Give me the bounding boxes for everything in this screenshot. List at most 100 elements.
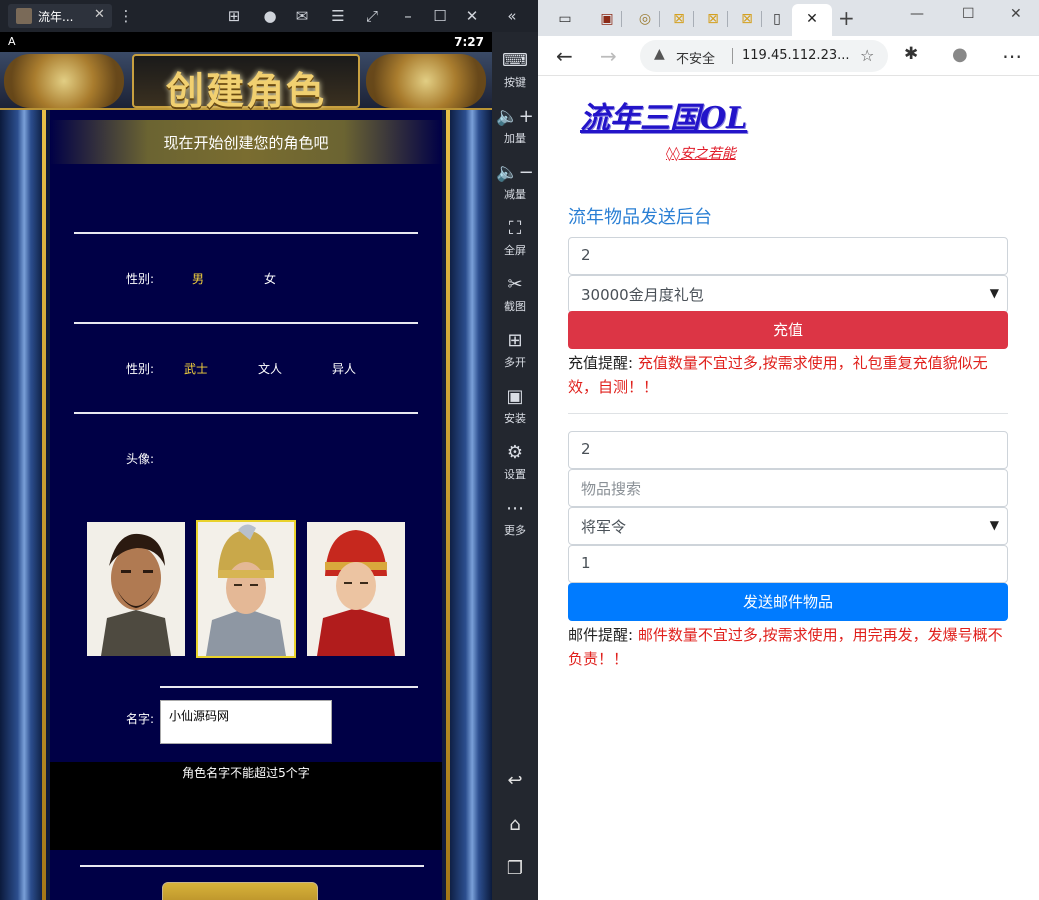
more-tool[interactable]: ⋯ 更多 xyxy=(492,498,538,538)
security-label[interactable]: 不安全 xyxy=(676,48,715,67)
package-select[interactable]: 30000金月度礼包 ▼ xyxy=(568,275,1008,313)
multi-open-tool[interactable]: ⊞ 多开 xyxy=(492,330,538,370)
tab-6[interactable]: ▯ xyxy=(762,6,792,32)
screenshot-tool[interactable]: ✂ 截图 xyxy=(492,274,538,314)
name-input[interactable]: 小仙源码网 xyxy=(160,700,332,744)
status-time: 7:27 xyxy=(454,35,484,49)
fullscreen-tool[interactable]: ⛶ 全屏 xyxy=(492,218,538,258)
mail-account-input[interactable]: 2 xyxy=(568,431,1008,469)
emulator-titlebar: 流年... ✕ ⋮ ⊞ ● ✉ ☰ ⤢ – ☐ ✕ « xyxy=(0,0,538,32)
left-pillar xyxy=(0,110,44,900)
volume-down-icon: 🔈− xyxy=(496,162,534,183)
tab-3[interactable]: ⊠ xyxy=(664,6,694,32)
tab-5[interactable]: ⊠ xyxy=(732,6,762,32)
url-text[interactable]: 119.45.112.23... xyxy=(742,48,850,63)
recharge-button[interactable]: 充值 xyxy=(568,311,1008,349)
send-mail-button[interactable]: 发送邮件物品 xyxy=(568,583,1008,621)
minimize-icon[interactable]: — xyxy=(910,6,924,22)
install-apk-tool[interactable]: ▣ 安装 xyxy=(492,386,538,426)
tool-label: 设置 xyxy=(504,468,526,481)
close-tab-icon[interactable]: ✕ xyxy=(94,7,105,22)
divider xyxy=(74,232,418,234)
new-tab-icon[interactable]: + xyxy=(838,6,855,30)
admin-page: 流年三国OL ◊◊安之若能 流年物品发送后台 2 30000金月度礼包 ▼ 充值… xyxy=(538,77,1039,900)
android-recents-icon[interactable]: ❐ xyxy=(492,858,538,879)
close-window-icon[interactable]: ✕ xyxy=(1010,6,1022,22)
tool-label: 减量 xyxy=(504,188,526,201)
avatar-option-2[interactable] xyxy=(196,520,296,658)
gender-label: 性别: xyxy=(126,272,155,286)
create-role-panel: 现在开始创建您的角色吧 性别: 男 女 性别: 武士 文人 异人 头像: 名字:… xyxy=(50,110,442,900)
emulator-tab[interactable]: 流年... ✕ xyxy=(8,4,112,28)
name-hint-box: 角色名字不能超过5个字 xyxy=(50,762,442,850)
mail-icon[interactable]: ✉ xyxy=(292,6,312,26)
emulator-window: 流年... ✕ ⋮ ⊞ ● ✉ ☰ ⤢ – ☐ ✕ « A 7:27 创建角色 xyxy=(0,0,538,900)
item-select-value: 将军令 xyxy=(581,518,627,536)
android-back-icon[interactable]: ↩ xyxy=(492,770,538,791)
gamepad-icon[interactable]: ⊞ xyxy=(224,6,244,26)
warning-icon[interactable]: ▲ xyxy=(654,46,665,62)
quantity-input[interactable]: 1 xyxy=(568,545,1008,583)
back-icon[interactable]: ← xyxy=(556,44,573,68)
tab-actions-icon[interactable]: ▭ xyxy=(550,6,580,32)
avatar-label: 头像: xyxy=(126,452,155,466)
apk-icon: ▣ xyxy=(506,386,524,407)
account-icon[interactable]: ● xyxy=(260,6,280,26)
restore-icon[interactable]: ⤢ xyxy=(362,6,382,26)
profile-icon[interactable]: ● xyxy=(952,44,968,65)
volume-up-tool[interactable]: 🔈+ 加量 xyxy=(492,106,538,146)
settings-tool[interactable]: ⚙ 设置 xyxy=(492,442,538,482)
android-home-icon[interactable]: ⌂ xyxy=(492,814,538,835)
class-option-scholar[interactable]: 文人 xyxy=(258,360,282,377)
kebab-menu-icon[interactable]: ⋮ xyxy=(116,6,136,26)
menu-icon[interactable]: ☰ xyxy=(328,6,348,26)
subtitle-bar: 现在开始创建您的角色吧 xyxy=(50,120,442,164)
left-ornament xyxy=(4,54,124,108)
emulator-toolbar: ⌨ 按键 🔈+ 加量 🔈− 减量 ⛶ 全屏 ✂ 截图 ⊞ 多开 ▣ 安装 ⚙ 设… xyxy=(492,32,538,900)
status-indicator: A xyxy=(8,35,16,48)
close-tab-icon[interactable]: ✕ xyxy=(806,11,818,27)
address-bar[interactable]: ▲ 不安全 119.45.112.23... ☆ xyxy=(640,40,888,72)
banner-title-box: 创建角色 xyxy=(132,54,360,113)
maximize-icon[interactable]: ☐ xyxy=(962,6,975,22)
volume-down-tool[interactable]: 🔈− 减量 xyxy=(492,162,538,202)
tab-1[interactable]: ▣ xyxy=(592,6,622,32)
class-label: 性别: xyxy=(126,362,155,376)
class-option-warrior[interactable]: 武士 xyxy=(184,360,208,377)
item-search-input[interactable]: 物品搜索 xyxy=(568,469,1008,507)
package-select-value: 30000金月度礼包 xyxy=(581,286,704,304)
minimize-icon[interactable]: – xyxy=(398,6,418,26)
name-hint: 角色名字不能超过5个字 xyxy=(182,766,310,780)
gear-icon: ⚙ xyxy=(506,442,524,463)
settings-menu-icon[interactable]: ⋯ xyxy=(1002,44,1022,68)
forward-icon[interactable]: → xyxy=(600,44,617,68)
item-select[interactable]: 将军令 ▼ xyxy=(568,507,1008,545)
tool-label: 截图 xyxy=(504,300,526,313)
recharge-account-input[interactable]: 2 xyxy=(568,237,1008,275)
avatar-option-1[interactable] xyxy=(87,522,185,656)
favorite-icon[interactable]: ☆ xyxy=(860,46,874,65)
close-icon[interactable]: ✕ xyxy=(462,6,482,26)
tab-active[interactable]: ✕ xyxy=(792,4,832,36)
tool-label: 更多 xyxy=(504,524,526,537)
tab-4[interactable]: ⊠ xyxy=(698,6,728,32)
gender-option-female[interactable]: 女 xyxy=(264,270,276,287)
extensions-icon[interactable]: ✱ xyxy=(904,44,918,64)
class-option-mystic[interactable]: 异人 xyxy=(332,360,356,377)
address-divider xyxy=(732,48,733,64)
maximize-icon[interactable]: ☐ xyxy=(430,6,450,26)
mail-notice-prefix: 邮件提醒: xyxy=(568,626,638,644)
create-button[interactable]: 创建 xyxy=(162,882,318,900)
collapse-sidebar-icon[interactable]: « xyxy=(502,6,522,26)
keyboard-tool[interactable]: ⌨ 按键 xyxy=(492,50,538,90)
gender-option-male[interactable]: 男 xyxy=(192,270,204,287)
tab-2[interactable]: ◎ xyxy=(630,6,660,32)
avatar-option-3[interactable] xyxy=(307,522,405,656)
logo-subtitle[interactable]: ◊◊安之若能 xyxy=(666,143,736,163)
chevron-down-icon: ▼ xyxy=(989,518,999,532)
fullscreen-icon: ⛶ xyxy=(508,218,522,239)
emulator-tab-title: 流年... xyxy=(38,10,74,24)
section-title: 流年物品发送后台 xyxy=(568,207,712,228)
scissors-icon: ✂ xyxy=(507,274,523,295)
tool-label: 多开 xyxy=(504,356,526,369)
